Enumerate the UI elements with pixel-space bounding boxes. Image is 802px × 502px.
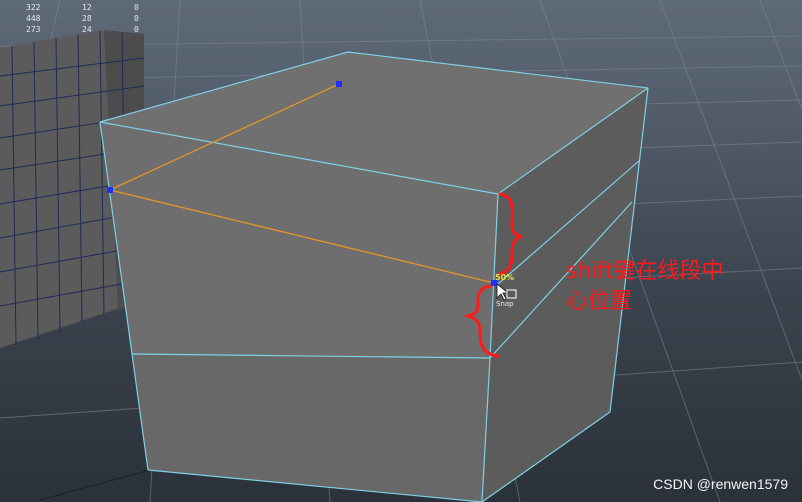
snap-cursor-label: Snap [496,300,514,308]
vertex-handle[interactable] [107,187,113,193]
watermark: CSDN @renwen1579 [653,476,788,492]
snap-percent-label: 50% [495,273,515,282]
cube-front-lower-face[interactable] [132,354,490,502]
scene-canvas[interactable] [0,0,802,502]
vertex-handle[interactable] [336,81,342,87]
annotation-line: 心位置 [566,289,633,314]
annotation-text: shift键在线段中 心位置 [566,257,766,317]
annotation-line: shift键在线段中 [566,259,724,284]
maya-viewport[interactable]: 322 12 0 448 28 0 273 24 0 50% Snap shif… [0,0,802,502]
world-axis-line [39,469,151,501]
